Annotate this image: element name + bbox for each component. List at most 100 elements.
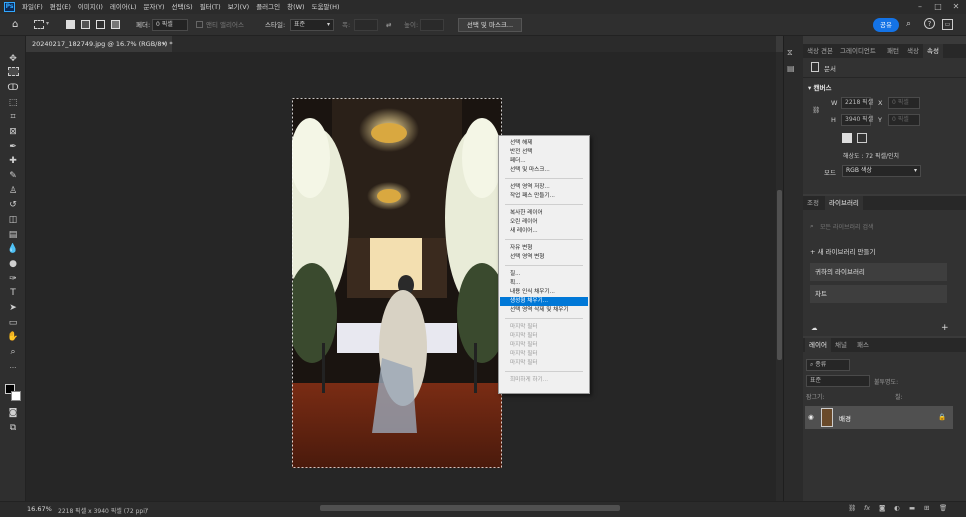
tab-properties[interactable]: 속성	[923, 44, 943, 58]
mode-select[interactable]: RGB 색상 ▾	[842, 165, 921, 177]
tab-channels[interactable]: 채널	[835, 338, 847, 352]
group-icon[interactable]: ▬	[909, 504, 915, 512]
menu-edit[interactable]: 편집(E)	[50, 0, 71, 14]
ctx-fill[interactable]: 칠...	[500, 270, 588, 279]
close-tab-icon[interactable]: ×	[162, 36, 167, 52]
canvas-height-input[interactable]: 3940 픽셀	[841, 114, 873, 126]
ctx-layer-via-copy[interactable]: 복사한 레이어	[500, 209, 588, 218]
menu-help[interactable]: 도움말(H)	[312, 0, 340, 14]
eraser-tool-icon[interactable]: ◫	[7, 214, 19, 226]
menu-type[interactable]: 문자(Y)	[144, 0, 165, 14]
menu-window[interactable]: 창(W)	[287, 0, 304, 14]
search-icon[interactable]: ⌕	[906, 19, 911, 29]
quick-mask-icon[interactable]: ◙	[7, 407, 19, 419]
ctx-feather[interactable]: 페더...	[500, 157, 588, 166]
move-tool-icon[interactable]: ✥	[7, 53, 19, 65]
feather-input[interactable]: 0 픽셀	[152, 19, 188, 31]
zoom-tool-icon[interactable]: ⌕	[7, 346, 19, 358]
crop-tool-icon[interactable]: ⌗	[7, 111, 19, 123]
menu-image[interactable]: 이미지(I)	[78, 0, 103, 14]
object-selection-tool-icon[interactable]: ⬚	[7, 97, 19, 109]
tab-color[interactable]: 색상	[907, 44, 919, 58]
ctx-last-filter[interactable]: 마지막 필터	[500, 332, 588, 341]
menu-plugins[interactable]: 플러그인	[256, 0, 280, 14]
layer-name[interactable]: 배경	[839, 413, 851, 423]
intersect-selection-icon[interactable]	[111, 20, 120, 29]
library-item[interactable]: 귀하의 라이브러리	[810, 263, 947, 281]
link-icon[interactable]: ⛓	[812, 106, 820, 114]
zoom-level[interactable]: 16.67%	[27, 505, 52, 513]
tab-gradients[interactable]: 그레이디언트	[840, 44, 876, 58]
chevron-down-icon[interactable]: ▾	[46, 20, 49, 27]
layer-filter-select[interactable]: ⌕ 종류	[806, 359, 850, 371]
antialias-checkbox[interactable]	[196, 21, 203, 28]
canvas-width-input[interactable]: 2218 픽셀	[841, 97, 873, 109]
eye-icon[interactable]: ◉	[808, 413, 814, 421]
ctx-stroke[interactable]: 획...	[500, 279, 588, 288]
path-selection-tool-icon[interactable]: ➤	[7, 302, 19, 314]
add-icon[interactable]: +	[941, 323, 949, 333]
ctx-last-filter[interactable]: 마지막 필터	[500, 323, 588, 332]
brush-tool-icon[interactable]: ✎	[7, 170, 19, 182]
width-input[interactable]	[354, 19, 378, 31]
lasso-tool-icon[interactable]: ↀ	[7, 82, 19, 94]
hand-tool-icon[interactable]: ✋	[7, 331, 19, 343]
ctx-last-filter[interactable]: 마지막 필터	[500, 341, 588, 350]
gradient-tool-icon[interactable]: ▤	[7, 229, 19, 241]
eyedropper-tool-icon[interactable]: ✒	[7, 141, 19, 153]
ctx-select-inverse[interactable]: 반전 선택	[500, 148, 588, 157]
tab-layers[interactable]: 레이어	[805, 338, 831, 352]
screen-mode-icon[interactable]: ⧉	[7, 422, 19, 434]
pen-tool-icon[interactable]: ✑	[7, 273, 19, 285]
tab-adjustments[interactable]: 조정	[807, 196, 819, 210]
ctx-layer-via-cut[interactable]: 오린 레이어	[500, 218, 588, 227]
menu-filter[interactable]: 필터(T)	[200, 0, 221, 14]
history-panel-icon[interactable]: ⧖	[787, 48, 793, 58]
clone-stamp-tool-icon[interactable]: ♙	[7, 185, 19, 197]
lock-icon[interactable]: 🔒	[938, 413, 946, 421]
ctx-fade[interactable]: 희미하게 하기...	[500, 376, 588, 385]
canvas-section-title[interactable]: ▾ 캔버스	[808, 82, 831, 92]
new-layer-icon[interactable]: ⊞	[924, 504, 929, 512]
help-icon[interactable]: ?	[924, 18, 935, 29]
portrait-orientation-icon[interactable]	[842, 133, 852, 143]
ctx-free-transform[interactable]: 자유 변형	[500, 244, 588, 253]
vertical-scroll-thumb[interactable]	[777, 190, 782, 360]
ctx-deselect[interactable]: 선택 해제	[500, 139, 588, 148]
tab-paths[interactable]: 패스	[857, 338, 869, 352]
tab-swatches[interactable]: 색상 견본	[807, 44, 833, 58]
library-search-input[interactable]: 모든 라이브러리 검색	[820, 222, 874, 231]
ctx-delete-and-fill[interactable]: 선택 영역 삭제 및 채우기	[500, 306, 588, 315]
ctx-transform-selection[interactable]: 선택 영역 변형	[500, 253, 588, 262]
ctx-generative-fill[interactable]: 생성형 채우기...	[500, 297, 588, 306]
style-select[interactable]: 표준 ▾	[290, 19, 334, 31]
canvas-x-input[interactable]: 0 픽셀	[888, 97, 920, 109]
more-tools-icon[interactable]: ···	[7, 362, 19, 374]
tab-patterns[interactable]: 패턴	[887, 44, 899, 58]
library-item[interactable]: 차트	[810, 285, 947, 303]
swap-icon[interactable]: ⇄	[386, 14, 391, 36]
create-library-button[interactable]: + 새 라이브러리 만들기	[810, 246, 875, 256]
add-selection-icon[interactable]	[81, 20, 90, 29]
healing-brush-tool-icon[interactable]: ✚	[7, 155, 19, 167]
menu-view[interactable]: 보기(V)	[228, 0, 249, 14]
fx-icon[interactable]: fx	[864, 504, 870, 512]
link-layers-icon[interactable]: ⛓	[848, 504, 856, 512]
minimize-icon[interactable]: –	[912, 0, 928, 14]
menu-select[interactable]: 선택(S)	[172, 0, 193, 14]
tab-libraries[interactable]: 라이브러리	[825, 196, 863, 210]
rectangular-marquee-tool-icon[interactable]	[8, 67, 19, 76]
height-input[interactable]	[420, 19, 444, 31]
blend-mode-select[interactable]: 표준	[806, 375, 870, 387]
cloud-icon[interactable]: ☁	[811, 324, 818, 332]
ctx-content-aware-fill[interactable]: 내용 인식 채우기...	[500, 288, 588, 297]
delete-layer-icon[interactable]: 🗑	[939, 504, 947, 512]
maximize-icon[interactable]: □	[930, 0, 946, 14]
dodge-tool-icon[interactable]: ●	[7, 258, 19, 270]
ctx-last-filter[interactable]: 마지막 필터	[500, 350, 588, 359]
subtract-selection-icon[interactable]	[96, 20, 105, 29]
ctx-save-selection[interactable]: 선택 영역 저장...	[500, 183, 588, 192]
select-and-mask-button[interactable]: 선택 및 마스크...	[458, 18, 522, 32]
rectangle-tool-icon[interactable]: ▭	[7, 317, 19, 329]
ctx-select-and-mask[interactable]: 선택 및 마스크...	[500, 166, 588, 175]
